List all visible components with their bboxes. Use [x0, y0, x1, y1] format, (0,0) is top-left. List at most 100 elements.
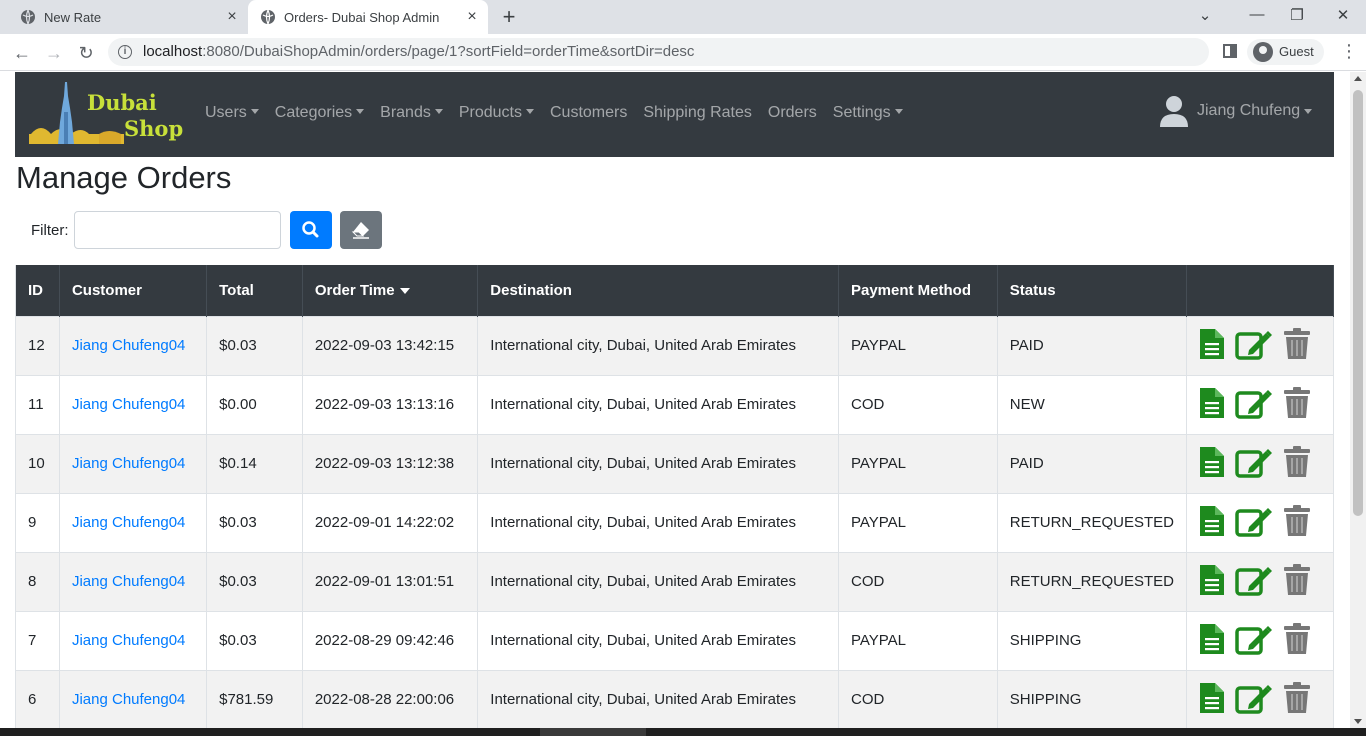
customer-link[interactable]: Jiang Chufeng04: [72, 396, 185, 413]
nav-categories[interactable]: Categories: [274, 104, 365, 122]
nav-brands[interactable]: Brands: [380, 104, 443, 122]
col-order-time[interactable]: Order Time: [302, 265, 479, 316]
scroll-down-icon[interactable]: [1354, 719, 1362, 724]
cell-actions: [1186, 315, 1335, 375]
close-icon[interactable]: ×: [464, 9, 480, 25]
profile-button[interactable]: Guest: [1247, 39, 1324, 65]
browser-tab-orders[interactable]: Orders- Dubai Shop Admin ×: [248, 0, 488, 34]
nav-settings[interactable]: Settings: [833, 104, 903, 122]
cell-payment-method: PAYPAL: [838, 492, 998, 552]
trash-icon[interactable]: [1283, 681, 1311, 718]
sort-desc-icon: [399, 287, 410, 294]
new-tab-icon[interactable]: +: [498, 6, 520, 28]
page-scrollbar[interactable]: [1350, 72, 1366, 728]
view-details-icon[interactable]: [1199, 505, 1225, 541]
reload-icon[interactable]: ↻: [74, 41, 98, 65]
cell-order-time: 2022-09-01 14:22:02: [302, 492, 479, 552]
cell-total: $781.59: [206, 669, 303, 728]
table-header-row: ID Customer Total Order Time Destination…: [15, 265, 1335, 316]
cell-customer: Jiang Chufeng04: [59, 551, 208, 611]
nav-label: Categories: [274, 104, 353, 121]
col-id[interactable]: ID: [15, 265, 60, 316]
col-payment-method[interactable]: Payment Method: [838, 265, 998, 316]
view-details-icon[interactable]: [1199, 328, 1225, 364]
forward-icon[interactable]: →: [42, 41, 66, 65]
browser-tab-title: New Rate: [44, 9, 102, 25]
customer-link[interactable]: Jiang Chufeng04: [72, 514, 185, 531]
scroll-up-icon[interactable]: [1354, 76, 1362, 81]
cell-order-time: 2022-08-29 09:42:46: [302, 610, 479, 670]
cell-payment-method: COD: [838, 374, 998, 434]
back-icon[interactable]: ←: [10, 41, 34, 65]
cell-customer: Jiang Chufeng04: [59, 374, 208, 434]
cell-total: $0.03: [206, 551, 303, 611]
scrollbar-thumb[interactable]: [1353, 90, 1363, 516]
trash-icon[interactable]: [1283, 504, 1311, 541]
cell-destination: International city, Dubai, United Arab E…: [477, 610, 839, 670]
cell-id: 9: [15, 492, 60, 552]
nav-users[interactable]: Users: [205, 104, 259, 122]
edit-icon[interactable]: [1235, 328, 1273, 364]
search-button[interactable]: [290, 211, 332, 249]
edit-icon[interactable]: [1235, 446, 1273, 482]
cell-destination: International city, Dubai, United Arab E…: [477, 374, 839, 434]
cell-status: SHIPPING: [997, 610, 1187, 670]
os-taskbar: [0, 728, 1366, 736]
edit-icon[interactable]: [1235, 505, 1273, 541]
caret-down-icon: [434, 109, 443, 114]
customer-link[interactable]: Jiang Chufeng04: [72, 455, 185, 472]
page-viewport: Dubai Shop Users Categories Brands Produ…: [0, 72, 1350, 728]
restore-icon[interactable]: ❐: [1285, 6, 1309, 26]
trash-icon[interactable]: [1283, 563, 1311, 600]
trash-icon[interactable]: [1283, 622, 1311, 659]
col-destination[interactable]: Destination: [477, 265, 839, 316]
col-customer[interactable]: Customer: [59, 265, 208, 316]
customer-link[interactable]: Jiang Chufeng04: [72, 337, 185, 354]
trash-icon[interactable]: [1283, 386, 1311, 423]
customer-link[interactable]: Jiang Chufeng04: [72, 632, 185, 649]
nav-shipping-rates[interactable]: Shipping Rates: [643, 104, 752, 122]
menu-dots-icon[interactable]: ⋮: [1340, 42, 1358, 60]
window-close-icon[interactable]: ✕: [1331, 6, 1355, 26]
globe-icon: [21, 9, 35, 25]
col-status[interactable]: Status: [997, 265, 1187, 316]
address-bar[interactable]: i localhost:8080/DubaiShopAdmin/orders/p…: [108, 38, 1209, 66]
cell-status: NEW: [997, 374, 1187, 434]
cell-id: 11: [15, 374, 60, 434]
customer-link[interactable]: Jiang Chufeng04: [72, 691, 185, 708]
trash-icon[interactable]: [1283, 445, 1311, 482]
clear-filter-button[interactable]: [340, 211, 382, 249]
view-details-icon[interactable]: [1199, 623, 1225, 659]
col-total[interactable]: Total: [206, 265, 303, 316]
nav-customers[interactable]: Customers: [550, 104, 627, 122]
nav-products[interactable]: Products: [459, 104, 534, 122]
cell-customer: Jiang Chufeng04: [59, 610, 208, 670]
edit-icon[interactable]: [1235, 682, 1273, 718]
edit-icon[interactable]: [1235, 564, 1273, 600]
filter-input[interactable]: [74, 211, 281, 249]
view-details-icon[interactable]: [1199, 446, 1225, 482]
tab-search-icon[interactable]: ⌄: [1193, 6, 1217, 26]
eraser-icon: [351, 222, 369, 239]
minimize-icon[interactable]: —: [1245, 6, 1269, 26]
view-details-icon[interactable]: [1199, 564, 1225, 600]
view-details-icon[interactable]: [1199, 387, 1225, 423]
trash-icon[interactable]: [1283, 327, 1311, 364]
customer-link[interactable]: Jiang Chufeng04: [72, 573, 185, 590]
cell-payment-method: PAYPAL: [838, 315, 998, 375]
view-details-icon[interactable]: [1199, 682, 1225, 718]
cell-total: $0.03: [206, 492, 303, 552]
edit-icon[interactable]: [1235, 387, 1273, 423]
taskbar-item[interactable]: [540, 728, 646, 736]
cell-actions: [1186, 374, 1335, 434]
info-icon[interactable]: i: [118, 45, 132, 59]
side-panel-icon[interactable]: [1223, 44, 1237, 58]
cell-payment-method: COD: [838, 551, 998, 611]
close-icon[interactable]: ×: [224, 9, 240, 25]
browser-tab-new-rate[interactable]: New Rate ×: [8, 0, 248, 34]
nav-orders[interactable]: Orders: [768, 104, 817, 122]
table-row: 6 Jiang Chufeng04 $781.59 2022-08-28 22:00:…: [15, 669, 1335, 728]
cell-order-time: 2022-09-03 13:42:15: [302, 315, 479, 375]
edit-icon[interactable]: [1235, 623, 1273, 659]
user-menu[interactable]: Jiang Chufeng: [1159, 94, 1313, 128]
